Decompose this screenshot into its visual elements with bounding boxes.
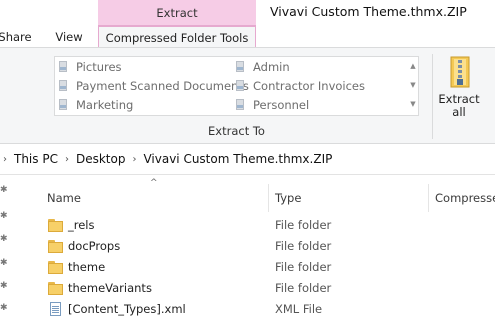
gallery-scroll: ▲ ▼ ▼ [408,57,418,115]
destination-label: Payment Scanned Documents [76,79,249,93]
folder-icon [48,281,64,295]
folder-icon [48,239,64,253]
folder-shortcut-icon [235,80,246,92]
file-type: File folder [275,259,332,274]
destination-pictures[interactable]: Pictures [58,57,122,77]
tab-share[interactable]: Share [0,25,36,48]
navigation-pane: ✱ ✱ ✱ ✱ ✱ ✱ [0,175,8,331]
column-divider[interactable] [268,184,269,212]
destination-label: Admin [253,60,290,74]
column-header-name[interactable]: Name [47,189,81,207]
column-header-type[interactable]: Type [275,189,301,207]
folder-shortcut-icon [58,80,69,92]
destination-label: Pictures [76,60,122,74]
file-row[interactable]: [Content_Types].xml XML File [42,298,495,319]
sort-ascending-icon: ^ [150,178,158,188]
scroll-down-icon[interactable]: ▼ [408,76,418,95]
destination-personnel[interactable]: Personnel [235,95,309,115]
pin-icon: ✱ [0,303,8,313]
extract-to-group-label: Extract To [208,124,265,138]
file-row[interactable]: docProps File folder [42,235,495,256]
pin-icon: ✱ [0,281,8,291]
file-type: XML File [275,301,323,316]
extract-all-label: Extract all [438,93,479,119]
file-type: File folder [275,217,332,232]
window-title: Vivavi Custom Theme.thmx.ZIP [270,4,467,19]
pin-icon: ✱ [0,258,8,268]
file-name: _rels [68,217,95,232]
destination-label: Personnel [253,98,310,112]
pin-icon: ✱ [0,185,8,195]
file-type: File folder [275,238,332,253]
file-name: [Content_Types].xml [68,301,186,316]
folder-shortcut-icon [235,61,246,73]
breadcrumb: › This PC › Desktop › Vivavi Custom Them… [3,152,332,166]
folder-shortcut-icon [58,61,69,73]
context-tab-extract: Extract [98,0,256,25]
file-name: docProps [68,238,121,253]
destination-payment-scanned-documents[interactable]: Payment Scanned Documents [58,76,249,96]
xml-file-icon [48,301,64,316]
file-name: themeVariants [68,280,152,295]
gallery-expand-icon[interactable]: ▼ [408,95,418,114]
folder-icon [48,218,64,232]
breadcrumb-zip[interactable]: Vivavi Custom Theme.thmx.ZIP [143,152,332,166]
destination-label: Contractor Invoices [253,79,365,93]
chevron-right-icon: › [3,153,7,165]
file-type: File folder [275,280,332,295]
folder-icon [48,260,64,274]
destination-label: Marketing [76,98,134,112]
folder-shortcut-icon [58,99,69,111]
breadcrumb-this-pc[interactable]: This PC [14,152,58,166]
column-divider[interactable] [428,184,429,212]
chevron-right-icon[interactable]: › [132,154,136,165]
group-separator [432,54,433,139]
tab-compressed-folder-tools[interactable]: Compressed Folder Tools [98,25,256,48]
extract-all-icon [450,56,470,88]
tab-view[interactable]: View [40,25,98,48]
chevron-right-icon[interactable]: › [65,154,69,165]
breadcrumb-desktop[interactable]: Desktop [76,152,126,166]
extract-all-button[interactable]: Extract all [438,56,480,126]
pin-icon: ✱ [0,234,8,244]
file-row[interactable]: themeVariants File folder [42,277,495,298]
scroll-up-icon[interactable]: ▲ [408,57,418,76]
destination-contractor-invoices[interactable]: Contractor Invoices [235,76,365,96]
file-row[interactable]: _rels File folder [42,214,495,235]
file-name: theme [68,259,106,274]
destination-marketing[interactable]: Marketing [58,95,133,115]
column-header-compressed-size[interactable]: Compresse [435,189,495,207]
extract-all-label-line2: all [452,105,466,119]
file-row[interactable]: theme File folder [42,256,495,277]
extract-all-label-line1: Extract [438,92,480,106]
folder-shortcut-icon [235,99,246,111]
pin-icon: ✱ [0,211,8,221]
destination-admin[interactable]: Admin [235,57,290,77]
